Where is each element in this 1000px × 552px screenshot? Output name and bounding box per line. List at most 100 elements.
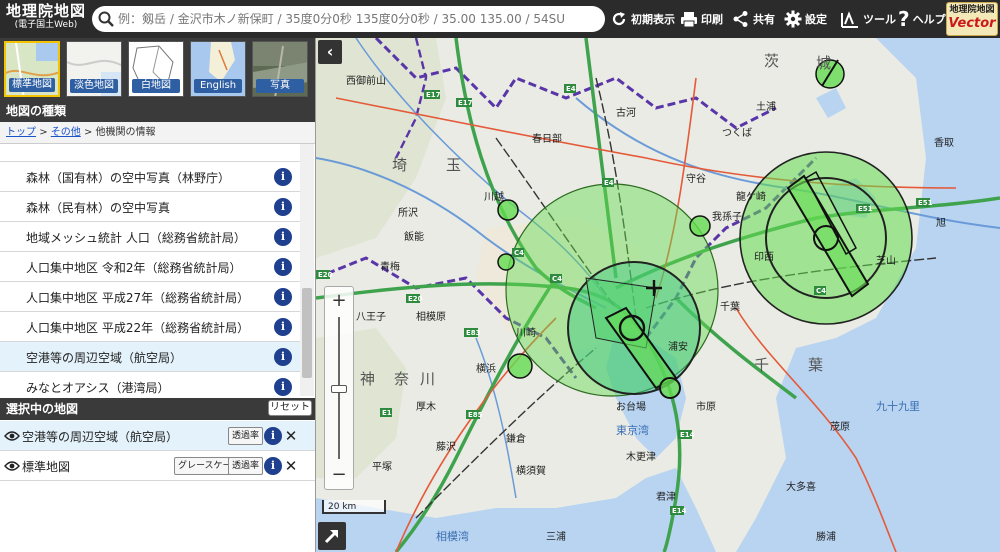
map-label-place: 茂原 (830, 422, 850, 433)
share-icon (733, 11, 748, 27)
opacity-button[interactable]: 透過率 (228, 457, 264, 475)
map-label-place: 君津 (656, 492, 676, 503)
map-graphics: E17 E17 E4 E4 C4 C4 C4 E51 E51 E83 E85 E… (316, 38, 1000, 552)
map-label-place: 浦安 (668, 342, 688, 353)
sidebar-empty-area (0, 482, 315, 552)
info-icon[interactable]: i (274, 228, 292, 246)
layer-row-forest-private[interactable]: 森林（民有林）の空中写真 i (0, 192, 300, 222)
breadcrumb-current: 他機関の情報 (95, 127, 156, 138)
info-icon[interactable]: i (274, 378, 292, 396)
svg-text:E1: E1 (382, 409, 392, 417)
tools-button[interactable]: ツール (840, 0, 896, 38)
layer-row-did-h22[interactable]: 人口集中地区 平成22年（総務省統計局） i (0, 312, 300, 342)
svg-text:C4: C4 (816, 287, 826, 295)
map-label-place: 八王子 (356, 312, 386, 323)
info-icon[interactable]: i (264, 457, 282, 475)
svg-text:E20: E20 (318, 271, 333, 279)
basemap-standard[interactable]: 標準地図 (4, 41, 60, 97)
layer-label: 人口集中地区 平成22年（総務省統計局） (26, 321, 250, 335)
layer-label: 人口集中地区 令和2年（総務省統計局） (26, 261, 242, 275)
breadcrumb-separator: > (39, 127, 51, 138)
breadcrumb-top[interactable]: トップ (6, 127, 36, 138)
settings-button[interactable]: 設定 (784, 0, 827, 38)
map-label-water: 九十九里 (876, 400, 920, 413)
svg-text:E85: E85 (468, 411, 483, 419)
map-label-place: 芝山 (876, 256, 896, 267)
map-canvas[interactable]: E17 E17 E4 E4 C4 C4 C4 E51 E51 E83 E85 E… (316, 38, 1000, 552)
basemap-photo-label: 写真 (256, 79, 304, 93)
settings-label: 設定 (805, 13, 827, 26)
layer-row-did-h27[interactable]: 人口集中地区 平成27年（総務省統計局） i (0, 282, 300, 312)
layer-row-did-r2[interactable]: 人口集中地区 令和2年（総務省統計局） i (0, 252, 300, 282)
zoom-slider-handle[interactable] (331, 385, 347, 393)
map-label-place: 龍ケ崎 (736, 192, 766, 203)
basemap-english[interactable]: English (190, 41, 246, 97)
zoom-out-button[interactable]: − (325, 463, 353, 487)
reset-button[interactable]: リセット (268, 400, 312, 416)
svg-text:C4: C4 (514, 249, 524, 257)
map-label-shiro: 城 (816, 54, 832, 72)
basemap-selector: 標準地図 淡色地図 白地図 English 写真 (0, 38, 315, 100)
layer-row-mesh-population[interactable]: 地域メッシュ統計 人口（総務省統計局） i (0, 222, 300, 252)
selected-layer-airspace: 空港等の周辺空域（航空局） 透過率 i ✕ (0, 421, 315, 451)
map-label-place: 守谷 (686, 174, 706, 185)
tools-label: ツール (863, 13, 896, 26)
layer-row-cutoff (0, 144, 300, 162)
zoom-in-button[interactable]: + (325, 289, 353, 313)
help-button[interactable]: ? ヘルプ (898, 0, 946, 38)
svg-text:E51: E51 (858, 205, 873, 213)
basemap-photo[interactable]: 写真 (252, 41, 308, 97)
map-types-heading: 地図の種類 (0, 100, 315, 122)
map-label-place: 大多喜 (786, 482, 816, 493)
info-icon[interactable]: i (274, 198, 292, 216)
layer-label: みなとオアシス（港湾局） (26, 381, 170, 395)
map-label-ha: 葉 (808, 356, 824, 374)
vector-badge-label: Vector (948, 16, 996, 31)
map-label-place: 三浦 (546, 532, 566, 543)
collapse-sidebar-button[interactable]: ‹ (318, 40, 342, 64)
breadcrumb: トップ > その他 > 他機関の情報 (0, 122, 315, 144)
map-label-tama: 玉 (446, 156, 462, 174)
print-button[interactable]: 印刷 (680, 0, 723, 38)
info-icon[interactable]: i (274, 318, 292, 336)
basemap-blank[interactable]: 白地図 (128, 41, 184, 97)
eye-icon[interactable] (4, 430, 20, 442)
map-label-place: 木更津 (626, 452, 656, 463)
close-icon[interactable]: ✕ (284, 457, 298, 475)
svg-text:E17: E17 (458, 99, 473, 107)
site-logo[interactable]: 地理院地図 (電子国土Web) (4, 2, 88, 36)
layer-list-scroll-thumb[interactable] (302, 288, 312, 378)
layer-label: 森林（民有林）の空中写真 (26, 201, 171, 215)
map-label-place: 藤沢 (436, 442, 456, 453)
map-label-place: 横浜 (476, 364, 496, 375)
info-icon[interactable]: i (274, 348, 292, 366)
basemap-pale[interactable]: 淡色地図 (66, 41, 122, 97)
opacity-button[interactable]: 透過率 (228, 427, 264, 445)
vector-map-link[interactable]: 地理院地図 Vector (946, 2, 998, 36)
info-icon[interactable]: i (274, 288, 292, 306)
breadcrumb-other[interactable]: その他 (51, 127, 81, 138)
scale-bar: 20 km (322, 500, 386, 514)
close-icon[interactable]: ✕ (284, 427, 298, 445)
svg-text:E14: E14 (672, 507, 687, 515)
info-icon[interactable]: i (274, 258, 292, 276)
zoom-control: + − (324, 286, 354, 490)
layer-row-minato-oasis[interactable]: みなとオアシス（港湾局） i (0, 372, 300, 396)
help-icon: ? (898, 7, 910, 31)
map-label-place: 青梅 (380, 262, 400, 273)
share-button[interactable]: 共有 (732, 0, 775, 38)
reset-view-label: 初期表示 (631, 13, 675, 26)
vector-badge-title: 地理院地図 (949, 5, 995, 15)
expand-button[interactable] (318, 522, 346, 550)
reset-view-button[interactable]: 初期表示 (610, 0, 675, 38)
map-label-place: 印西 (754, 252, 774, 263)
search-icon[interactable] (98, 11, 114, 27)
info-icon[interactable]: i (274, 168, 292, 186)
map-label-sai: 埼 (392, 156, 408, 174)
info-icon[interactable]: i (264, 427, 282, 445)
search-input[interactable] (118, 9, 596, 29)
eye-icon[interactable] (4, 460, 20, 472)
layer-row-airport-airspace[interactable]: 空港等の周辺空域（航空局） i (0, 342, 300, 372)
layer-row-forest-national[interactable]: 森林（国有林）の空中写真（林野庁） i (0, 162, 300, 192)
map-label-place: 飯能 (404, 232, 424, 243)
